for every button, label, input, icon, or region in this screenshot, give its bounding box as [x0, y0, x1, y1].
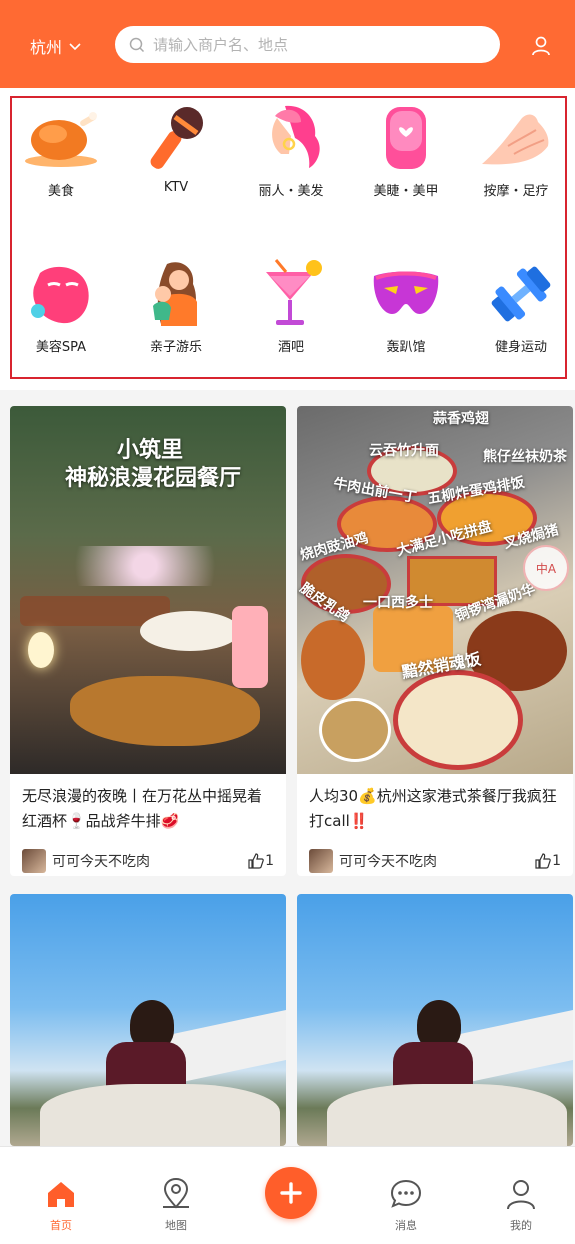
nail-icon: [365, 102, 447, 174]
thumb-up-icon: [535, 853, 551, 869]
feed-card-title: 人均30💰杭州这家港式茶餐厅我疯狂打call‼️: [309, 787, 557, 830]
avatar: [309, 849, 333, 873]
feed-card-image: 小筑里 神秘浪漫花园餐厅: [10, 406, 286, 774]
city-name: 杭州: [30, 38, 63, 57]
thumb-up-icon: [248, 853, 264, 869]
cocktail-icon: [250, 258, 332, 330]
home-icon: [48, 1182, 74, 1207]
microphone-icon: [135, 102, 217, 174]
floating-badge[interactable]: 中A: [523, 545, 569, 591]
category-label: 健身运动: [494, 340, 547, 355]
category-panel: 美食 KTV 丽人・美发 美睫・美甲 按摩・足疗 美容SPA 亲子游乐 酒吧 轰…: [0, 88, 575, 390]
category-label: 亲子游乐: [149, 340, 202, 355]
city-selector[interactable]: 杭州: [30, 34, 82, 58]
feed-card[interactable]: 蒜香鸡翅 云吞竹升面 熊仔丝袜奶茶 牛肉出前一丁 五柳炸蛋鸡排饭 烧肉豉油鸡 大…: [297, 406, 573, 876]
category-fitness[interactable]: 健身运动: [466, 258, 575, 355]
author-name: 可可今天不吃肉: [339, 854, 437, 870]
category-label: 美睫・美甲: [373, 184, 439, 199]
category-food[interactable]: 美食: [6, 102, 116, 199]
tab-label: 我的: [510, 1219, 532, 1232]
massage-hand-icon: [475, 102, 557, 174]
dumbbell-icon: [480, 258, 562, 330]
feed-card-meta: 可可今天不吃肉 1: [10, 836, 286, 876]
roast-chicken-icon: [20, 102, 102, 174]
tab-label: 消息: [395, 1219, 417, 1232]
user-icon: [507, 1180, 535, 1210]
like-button[interactable]: 1: [247, 852, 274, 870]
category-massage[interactable]: 按摩・足疗: [461, 102, 571, 199]
feed-card-title: 无尽浪漫的夜晚丨在万花丛中摇晃着红酒杯🍷品战斧牛排🥩: [22, 787, 263, 830]
plus-icon: [280, 1182, 302, 1204]
feed-card[interactable]: [10, 894, 286, 1146]
publish-button[interactable]: [265, 1167, 317, 1219]
image-caption: 神秘浪漫花园餐厅: [65, 466, 242, 491]
image-caption: 熊仔丝袜奶茶: [483, 449, 567, 465]
search-icon: [129, 37, 145, 52]
tab-label: 地图: [165, 1219, 187, 1232]
category-party[interactable]: 轰趴馆: [351, 258, 461, 355]
avatar: [22, 849, 46, 873]
parent-child-icon: [135, 258, 217, 330]
map-pin-icon: [163, 1177, 189, 1209]
tab-home[interactable]: 首页: [21, 1147, 101, 1244]
image-caption: 蒜香鸡翅: [433, 411, 489, 427]
like-count: 1: [265, 853, 274, 869]
category-bar[interactable]: 酒吧: [236, 258, 346, 355]
search-input[interactable]: [153, 35, 483, 54]
top-header: 杭州: [0, 0, 575, 88]
category-ktv[interactable]: KTV: [121, 102, 231, 195]
feed-card-meta: 可可今天不吃肉 1: [297, 836, 573, 876]
category-label: KTV: [163, 180, 189, 195]
like-button[interactable]: 1: [534, 852, 561, 870]
woman-hair-icon: [250, 102, 332, 174]
category-spa[interactable]: 美容SPA: [6, 258, 116, 355]
tab-map[interactable]: 地图: [136, 1147, 216, 1244]
image-caption: 一口西多士: [363, 595, 433, 611]
category-label: 美容SPA: [35, 340, 87, 355]
category-label: 轰趴馆: [386, 340, 426, 355]
category-label: 按摩・足疗: [483, 184, 549, 199]
category-lash-nail[interactable]: 美睫・美甲: [351, 102, 461, 199]
tab-label: 首页: [50, 1219, 72, 1232]
feed-card-image: [297, 894, 573, 1146]
feed-card[interactable]: [297, 894, 573, 1146]
feed-card-image: 蒜香鸡翅 云吞竹升面 熊仔丝袜奶茶 牛肉出前一丁 五柳炸蛋鸡排饭 烧肉豉油鸡 大…: [297, 406, 573, 774]
search-bar[interactable]: [115, 26, 500, 63]
tab-profile[interactable]: 我的: [481, 1147, 561, 1244]
category-label: 美食: [47, 184, 74, 199]
category-family[interactable]: 亲子游乐: [121, 258, 231, 355]
chat-icon: [390, 1179, 422, 1208]
category-label: 丽人・美发: [258, 184, 324, 199]
feed-card[interactable]: 小筑里 神秘浪漫花园餐厅 无尽浪漫的夜晚丨在万花丛中摇晃着红酒杯🍷品战斧牛排🥩 …: [10, 406, 286, 876]
party-mask-icon: [365, 258, 447, 330]
chevron-down-icon: [69, 43, 81, 51]
feed-card-image: [10, 894, 286, 1146]
image-caption: 云吞竹升面: [369, 443, 439, 459]
author-name: 可可今天不吃肉: [52, 854, 150, 870]
tab-messages[interactable]: 消息: [366, 1147, 446, 1244]
category-beauty-hair[interactable]: 丽人・美发: [236, 102, 346, 199]
face-mask-icon: [20, 258, 102, 330]
user-icon[interactable]: [530, 35, 552, 57]
like-count: 1: [552, 853, 561, 869]
category-label: 酒吧: [277, 340, 304, 355]
